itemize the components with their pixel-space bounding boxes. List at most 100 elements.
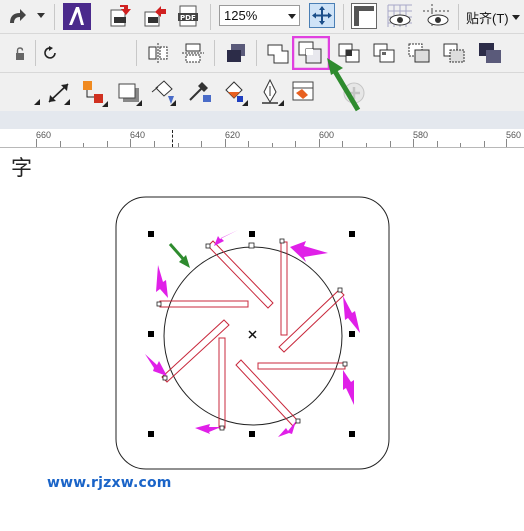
rotation-center-mark [248,330,257,339]
import-icon[interactable] [108,4,132,28]
snap-dropdown-icon[interactable] [512,15,520,20]
selection-handles[interactable] [148,231,355,437]
annotation-arrow-magenta [278,421,296,437]
ruler-tick [36,139,37,147]
smart-fill-icon[interactable] [290,79,318,105]
ruler-label: 560 [506,130,522,140]
zoom-level-select[interactable]: 125% [219,5,300,26]
document-tab-band [0,111,524,129]
aperture-blades[interactable] [159,240,346,429]
annotation-arrowhead-green-2 [179,255,190,268]
annotation-arrow-magenta [343,370,354,405]
intersect-icon[interactable] [337,42,361,64]
annotation-arrows-magenta [145,230,360,437]
dimension-tool-icon[interactable] [46,81,74,105]
selection-handle [148,331,154,337]
ruler-tick [319,139,320,147]
interactive-fill-icon[interactable] [220,78,250,106]
outline-pen-icon[interactable] [256,78,286,106]
annotation-arrow-magenta [156,265,168,298]
node-handle [219,425,225,431]
annotation-arrow-magenta [214,230,238,246]
ruler-tick [506,139,507,147]
blade-shape [207,240,274,309]
show-grid-icon[interactable] [386,3,414,29]
export-icon[interactable] [143,4,167,28]
separator [54,4,55,30]
separator [343,4,344,30]
separator [256,40,257,66]
text-tool-glyph[interactable]: 字 [11,152,32,182]
full-screen-preview-icon[interactable] [309,3,335,28]
node-handles[interactable] [156,238,348,431]
ruler-tick [60,141,61,147]
snap-to-menu-label[interactable]: 贴齐(T) [466,8,509,27]
add-icon[interactable] [342,81,366,105]
separator [35,40,36,66]
weld-icon[interactable] [266,41,292,65]
annotation-arrow-magenta [145,354,167,376]
ruler-tick [366,143,367,147]
simplify-icon[interactable] [372,42,396,64]
trim-button-highlighted[interactable] [292,36,330,70]
corel-connect-icon[interactable] [63,3,91,30]
ruler-label: 620 [225,130,241,140]
eyedropper-icon[interactable] [186,78,214,106]
chevron-down-icon[interactable] [288,14,296,19]
rounded-square-shape[interactable] [115,196,390,470]
ruler-tick [225,139,226,147]
ruler-tick [107,141,108,147]
ruler-tick [154,141,155,147]
selection-handle [148,231,154,237]
ruler-tick [460,143,461,147]
separator [210,4,211,30]
horizontal-ruler[interactable]: 660 640 620 600 580 560 [0,129,524,148]
redo-icon[interactable] [6,7,28,27]
selection-handle [349,431,355,437]
drop-shadow-tool-icon[interactable] [116,80,144,106]
rotate-angle-icon [44,46,56,59]
blade-shape [235,359,299,427]
selection-handle [249,431,255,437]
publish-pdf-icon[interactable]: PDF [177,4,201,28]
svg-text:PDF: PDF [180,14,196,22]
blade-shape [278,289,345,353]
blade-shape [280,241,288,336]
combine-icon[interactable] [224,41,248,65]
node-handle [156,301,162,307]
ruler-tick [248,141,249,147]
ruler-tick [390,141,391,147]
redo-dropdown-icon[interactable] [37,13,45,19]
node-handle [337,287,343,293]
ruler-tick [178,143,179,147]
node-handle [205,243,211,249]
show-rulers-icon[interactable] [351,3,377,29]
separator [458,4,459,30]
ruler-tick [484,141,485,147]
blade-shape [257,362,346,370]
circle-shape[interactable] [163,246,343,426]
cursor-position-marker [172,130,173,147]
ruler-tick [83,143,84,147]
back-minus-front-icon[interactable] [442,42,466,64]
ruler-label: 600 [319,130,335,140]
property-bar: .0 ° [0,34,524,97]
ruler-label: 640 [130,130,146,140]
show-guidelines-icon[interactable] [422,3,450,29]
create-boundary-icon[interactable] [477,41,503,65]
zoom-level-value: 125% [224,8,258,23]
node-handle [248,242,255,249]
node-handle [279,238,285,244]
front-minus-back-icon[interactable] [407,42,431,64]
annotation-arrow-magenta [195,424,221,434]
mirror-vertical-icon[interactable] [181,41,205,65]
annotation-arrow-magenta [343,296,360,333]
annotation-arrow-magenta [290,241,328,262]
node-handle [342,361,348,367]
fill-bucket-icon[interactable] [148,78,178,106]
selection-handle [349,231,355,237]
corner-flyout-icon [34,99,40,105]
connector-tool-icon[interactable] [80,79,110,107]
lock-icon[interactable] [14,47,26,61]
mirror-horizontal-icon[interactable] [146,42,170,64]
